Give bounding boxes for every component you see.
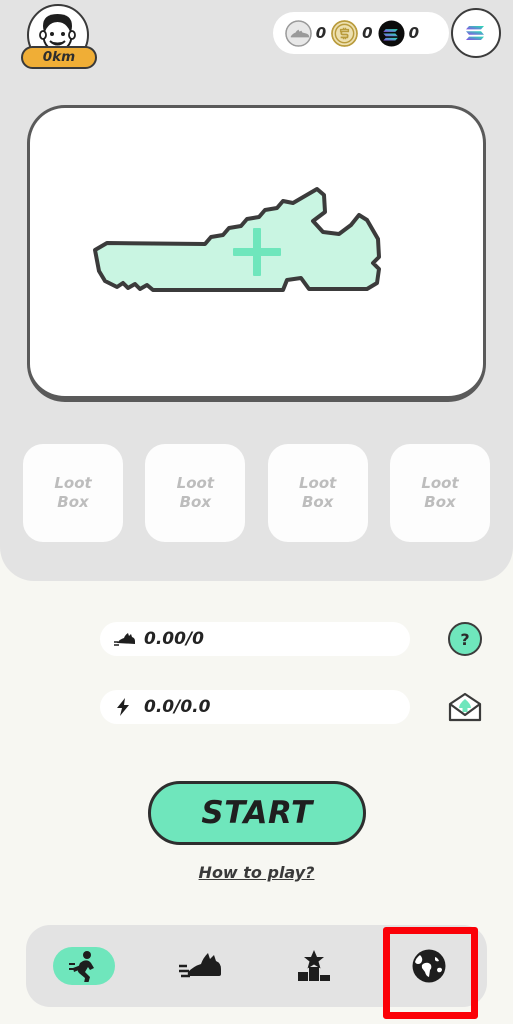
currency-value: 0	[408, 24, 419, 42]
sneaker-illustration	[87, 177, 427, 327]
currency-value: 0	[362, 24, 373, 42]
lootbox-label-line1: Loot	[298, 474, 337, 492]
podium-star-icon	[298, 950, 331, 981]
wallet-button[interactable]	[451, 8, 501, 58]
gold-coin-icon	[331, 19, 359, 47]
start-button-label: START	[201, 795, 313, 831]
energy-value: 0.0/0.0	[144, 697, 211, 717]
stat-row-energy: 0.0/0.0	[0, 688, 513, 726]
nav-item-shoes[interactable]	[141, 925, 256, 1007]
bottom-nav	[26, 925, 487, 1007]
currency-value: 0	[315, 24, 327, 42]
lootbox-label-line2: Box	[179, 493, 212, 511]
how-to-play-link[interactable]: How to play?	[0, 863, 513, 882]
nav-icon-wrap	[177, 950, 221, 982]
distance-bar: 0.00/0	[100, 622, 410, 656]
nav-item-leaderboard[interactable]	[257, 925, 372, 1007]
mail-envelope-icon	[448, 692, 482, 722]
help-button[interactable]: ?	[448, 622, 482, 656]
lootbox-label-line2: Box	[424, 493, 456, 511]
avatar-distance-badge: 0km	[21, 46, 97, 69]
sneaker-icon	[178, 953, 221, 978]
lootbox-label-line1: Loot	[176, 474, 214, 492]
lootbox-slot[interactable]: Loot Box	[23, 444, 123, 542]
lootbox-label-line2: Box	[57, 493, 89, 511]
nav-icon-wrap	[409, 946, 449, 986]
running-shoe-icon	[114, 633, 135, 646]
lootbox-label-line1: Loot	[54, 474, 92, 492]
lootbox-row: Loot Box Loot Box Loot Box Loot Box	[23, 444, 490, 542]
plus-icon	[232, 228, 281, 276]
stat-row-distance: 0.00/0 ?	[0, 620, 513, 658]
nav-icon-wrap	[296, 949, 332, 983]
lootbox-label-line1: Loot	[421, 474, 459, 492]
globe-icon	[412, 949, 446, 983]
mail-button[interactable]	[444, 688, 486, 726]
running-person-icon	[68, 951, 94, 982]
lightning-bolt-icon	[117, 698, 129, 716]
solana-logo-icon	[466, 26, 484, 40]
lootbox-slot[interactable]: Loot Box	[145, 444, 246, 542]
sneaker-slot-card[interactable]	[27, 105, 486, 402]
currency-sneaker-token[interactable]: 0	[284, 19, 327, 47]
nav-active-pill	[52, 947, 115, 985]
sneaker-token-icon	[284, 19, 312, 47]
currency-solana-token[interactable]: 0	[378, 19, 419, 47]
lootbox-label-line2: Box	[301, 493, 334, 511]
start-button[interactable]: START	[148, 781, 366, 845]
header: 0km 0 0 0	[0, 0, 513, 80]
solana-token-icon	[378, 19, 405, 47]
lootbox-slot[interactable]: Loot Box	[389, 444, 490, 542]
avatar[interactable]: 0km	[21, 4, 97, 72]
currency-gold-coin[interactable]: 0	[331, 19, 373, 47]
nav-item-world[interactable]	[372, 925, 487, 1007]
currency-bar: 0 0 0	[272, 12, 449, 54]
nav-item-run[interactable]	[26, 925, 141, 1007]
energy-bar: 0.0/0.0	[100, 690, 410, 724]
distance-value: 0.00/0	[144, 629, 204, 649]
lootbox-slot[interactable]: Loot Box	[267, 444, 368, 542]
